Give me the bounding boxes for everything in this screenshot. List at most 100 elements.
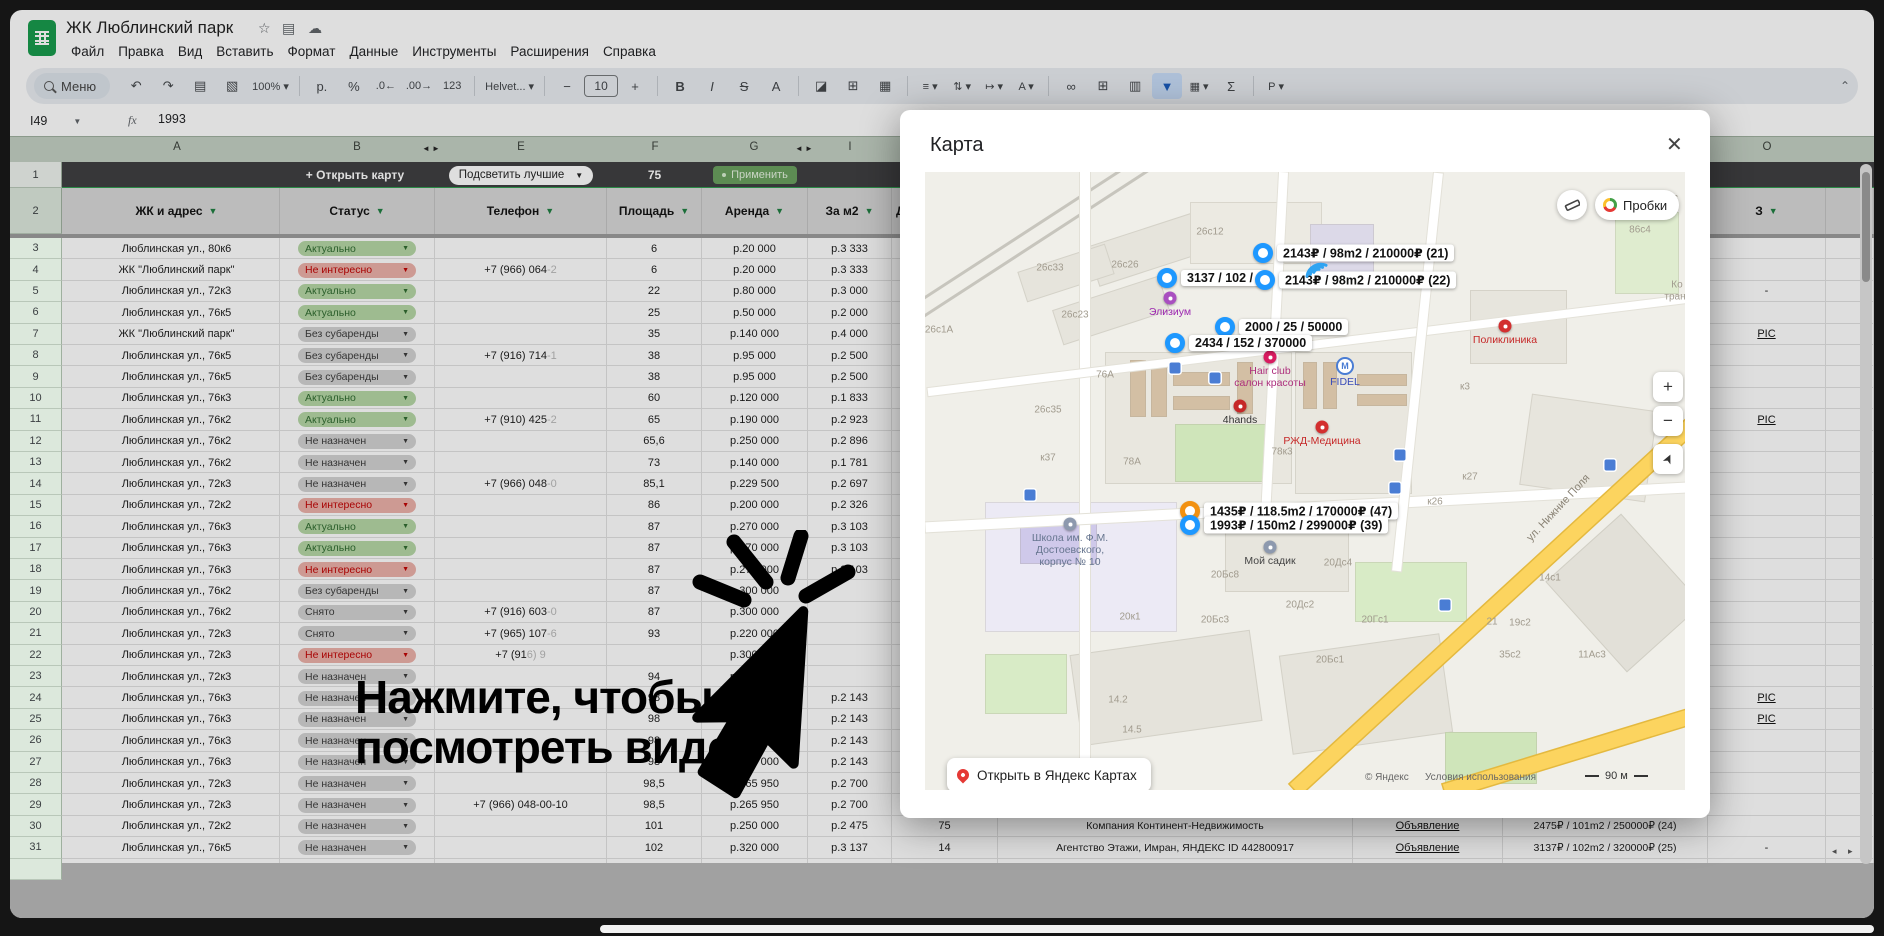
status-dropdown[interactable]: Без субаренды▼	[298, 327, 416, 342]
column-header-O[interactable]: O	[1763, 141, 1772, 153]
toolbar-search-menu[interactable]: Меню	[34, 73, 110, 99]
filter-icon[interactable]: ▼	[1769, 207, 1778, 216]
row-number[interactable]: 18	[10, 559, 62, 580]
status-dropdown[interactable]: Актуально▼	[298, 391, 416, 406]
row-number[interactable]: 23	[10, 666, 62, 687]
row-number[interactable]: 9	[10, 366, 62, 387]
status-dropdown[interactable]: Не назначен▼	[298, 840, 416, 855]
menu-9[interactable]: Справка	[596, 42, 663, 61]
document-title[interactable]: ЖК Люблинский парк	[66, 18, 233, 38]
column-header-E[interactable]: E	[517, 141, 525, 153]
star-icon[interactable]: ☆	[258, 20, 271, 37]
row-number[interactable]: 8	[10, 345, 62, 366]
row-number[interactable]: 27	[10, 752, 62, 773]
row-number[interactable]: 12	[10, 431, 62, 452]
decrease-decimals-icon[interactable]: .0←	[371, 73, 401, 99]
merge-cells-icon[interactable]: ▦	[870, 73, 900, 99]
menu-8[interactable]: Расширения	[503, 42, 596, 61]
map-marker-label[interactable]: 2000 / 25 / 50000	[1239, 319, 1348, 335]
header-phone[interactable]: Телефон▼	[435, 188, 607, 234]
row-number[interactable]: 25	[10, 709, 62, 730]
pic-link[interactable]: PIC	[1757, 692, 1775, 704]
status-dropdown[interactable]: Не интересно▼	[298, 263, 416, 278]
hidden-col-h-left-icon[interactable]: ◄	[795, 144, 803, 153]
move-folder-icon[interactable]: ▤	[282, 20, 295, 37]
zoom-out-button[interactable]: −	[1653, 406, 1683, 436]
scroll-right-icon[interactable]: ▸	[1848, 846, 1853, 857]
map-terms-link[interactable]: Условия использования	[1425, 772, 1536, 783]
ruble-toggle[interactable]: Р ▾	[1261, 73, 1291, 99]
map-marker[interactable]	[1215, 317, 1235, 337]
status-dropdown[interactable]: Снято▼	[298, 605, 416, 620]
text-wrap-icon[interactable]: ↦ ▾	[979, 73, 1009, 99]
row-number[interactable]: 15	[10, 495, 62, 516]
insert-link-icon[interactable]: ∞	[1056, 73, 1086, 99]
text-rotate-icon[interactable]: A ▾	[1011, 73, 1041, 99]
video-progress-bar[interactable]	[600, 925, 1874, 933]
header-status[interactable]: Статус▼	[280, 188, 435, 234]
hidden-col-h-right-icon[interactable]: ►	[805, 144, 813, 153]
menu-1[interactable]: Файл	[64, 42, 111, 61]
row-number[interactable]: 20	[10, 602, 62, 623]
menu-2[interactable]: Правка	[111, 42, 171, 61]
bold-icon[interactable]: B	[665, 73, 695, 99]
row-number[interactable]: 17	[10, 538, 62, 559]
apply-button[interactable]: Применить	[713, 166, 797, 184]
percent-format-icon[interactable]: %	[339, 73, 369, 99]
column-header-I[interactable]: I	[848, 141, 851, 153]
status-dropdown[interactable]: Не назначен▼	[298, 477, 416, 492]
status-dropdown[interactable]: Актуально▼	[298, 305, 416, 320]
insert-comment-icon[interactable]: ⊞	[1088, 73, 1118, 99]
row-number[interactable]: 3	[10, 238, 62, 259]
row-number[interactable]: 5	[10, 281, 62, 302]
row-number[interactable]: 16	[10, 516, 62, 537]
header-o[interactable]: З▼	[1708, 188, 1826, 234]
map-marker[interactable]	[1157, 268, 1177, 288]
font-select[interactable]: Helvet... ▾	[482, 73, 537, 99]
ad-link[interactable]: Объявление	[1396, 820, 1460, 832]
table-views-icon[interactable]: ▦ ▾	[1184, 73, 1214, 99]
row-number[interactable]: 24	[10, 687, 62, 708]
column-header-F[interactable]: F	[651, 141, 658, 153]
open-in-yandex-button[interactable]: Открыть в Яндекс Картах	[947, 758, 1151, 790]
yandex-map[interactable]: 26с3326с2626с2326с1274А86с486с26с1А26с35…	[925, 172, 1685, 790]
row-number[interactable]: 11	[10, 409, 62, 430]
redo-icon[interactable]: ↷	[153, 73, 183, 99]
zoom-select[interactable]: 100% ▾	[249, 73, 292, 99]
status-dropdown[interactable]: Не назначен▼	[298, 776, 416, 791]
row-number[interactable]: 26	[10, 730, 62, 751]
menu-5[interactable]: Формат	[280, 42, 342, 61]
column-header-G[interactable]: G	[750, 141, 759, 153]
row-number[interactable]: 14	[10, 473, 62, 494]
functions-icon[interactable]: Σ	[1216, 73, 1246, 99]
header-per_m2[interactable]: За м2▼	[808, 188, 892, 234]
increase-decimals-icon[interactable]: .00→	[403, 73, 435, 99]
formula-input[interactable]: 1993	[158, 112, 186, 126]
geolocate-button[interactable]: ➤	[1653, 444, 1683, 474]
menu-6[interactable]: Данные	[342, 42, 405, 61]
hidden-cols-cd-right-icon[interactable]: ►	[432, 144, 440, 153]
map-marker[interactable]	[1255, 270, 1275, 290]
row-number[interactable]: 7	[10, 324, 62, 345]
currency-format-icon[interactable]: р.	[307, 73, 337, 99]
pic-link[interactable]: PIC	[1757, 328, 1775, 340]
status-dropdown[interactable]: Не интересно▼	[298, 648, 416, 663]
undo-icon[interactable]: ↶	[121, 73, 151, 99]
font-size-input[interactable]: 10	[584, 75, 618, 97]
highlight-best-dropdown[interactable]: Подсветить лучшие▼	[449, 166, 593, 185]
row-number[interactable]: 13	[10, 452, 62, 473]
column-header-A[interactable]: A	[173, 141, 181, 153]
insert-chart-icon[interactable]: ▥	[1120, 73, 1150, 99]
row-number[interactable]: 30	[10, 816, 62, 837]
header-area[interactable]: Площадь▼	[607, 188, 702, 234]
collapse-toolbar-icon[interactable]: ⌃	[1840, 79, 1850, 93]
filter-icon[interactable]: ▼	[680, 207, 689, 216]
filter-icon[interactable]: ▼	[209, 207, 218, 216]
map-marker[interactable]	[1180, 515, 1200, 535]
row-number[interactable]: 2	[10, 188, 62, 234]
filter-icon[interactable]: ▼	[545, 207, 554, 216]
status-dropdown[interactable]: Актуально▼	[298, 412, 416, 427]
hidden-cols-cd-left-icon[interactable]: ◄	[422, 144, 430, 153]
status-dropdown[interactable]: Не интересно▼	[298, 498, 416, 513]
column-header-B[interactable]: B	[353, 141, 361, 153]
